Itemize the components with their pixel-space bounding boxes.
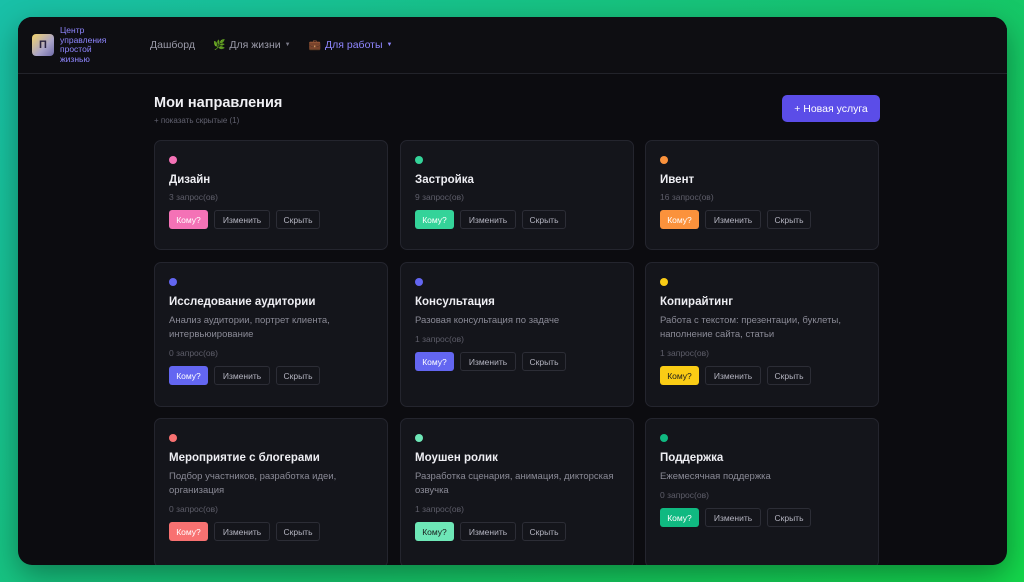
who-button[interactable]: Кому?: [415, 210, 454, 229]
service-card[interactable]: Застройка 9 запрос(ов) Кому? Изменить Скрыть: [400, 140, 634, 250]
nav-for-work-label: Для работы: [325, 39, 383, 51]
top-navbar: П Центр управления простой жизнью Дашбор…: [18, 17, 1007, 74]
card-title: Исследование аудитории: [169, 296, 316, 308]
card-title: Застройка: [415, 174, 474, 186]
who-button[interactable]: Кому?: [660, 366, 699, 385]
card-request-count: 9 запрос(ов): [415, 192, 464, 202]
color-dot-icon: [169, 278, 177, 286]
who-button[interactable]: Кому?: [169, 366, 208, 385]
edit-button[interactable]: Изменить: [460, 522, 516, 541]
card-request-count: 1 запрос(ов): [415, 334, 464, 344]
edit-button[interactable]: Изменить: [214, 366, 270, 385]
card-title: Мероприятие с блогерами: [169, 452, 320, 464]
card-actions: Кому? Изменить Скрыть: [415, 352, 619, 371]
main-content: Мои направления + показать скрытые (1) +…: [154, 92, 880, 565]
brand[interactable]: П Центр управления простой жизнью: [32, 25, 118, 64]
hide-button[interactable]: Скрыть: [276, 366, 320, 385]
card-actions: Кому? Изменить Скрыть: [415, 210, 619, 229]
card-title: Моушен ролик: [415, 452, 498, 464]
card-request-count: 16 запрос(ов): [660, 192, 714, 202]
chevron-down-icon: ▼: [386, 42, 393, 48]
edit-button[interactable]: Изменить: [705, 366, 761, 385]
hide-button[interactable]: Скрыть: [276, 522, 320, 541]
card-description: Разовая консультация по задаче: [415, 315, 560, 326]
card-actions: Кому? Изменить Скрыть: [660, 366, 864, 385]
card-actions: Кому? Изменить Скрыть: [169, 210, 373, 229]
page-header: Мои направления + показать скрытые (1) +…: [154, 92, 880, 140]
service-card[interactable]: Поддержка Ежемесячная поддержка 0 запрос(о…: [645, 418, 879, 565]
card-request-count: 0 запрос(ов): [660, 490, 709, 500]
app-logo-icon: П: [32, 34, 54, 56]
card-actions: Кому? Изменить Скрыть: [415, 522, 619, 541]
card-description: Работа с текстом: презентации, буклеты, …: [660, 315, 841, 340]
edit-button[interactable]: Изменить: [214, 210, 270, 229]
who-button[interactable]: Кому?: [169, 522, 208, 541]
card-description: Подбор участников, разработка идеи, орга…: [169, 471, 337, 496]
service-card[interactable]: Исследование аудитории Анализ аудитории, …: [154, 262, 388, 407]
card-title: Ивент: [660, 174, 695, 186]
color-dot-icon: [660, 156, 668, 164]
hide-button[interactable]: Скрыть: [522, 522, 566, 541]
card-request-count: 0 запрос(ов): [169, 504, 218, 514]
briefcase-icon: 💼: [308, 39, 322, 51]
leaf-icon: 🌿: [212, 39, 226, 51]
service-card[interactable]: Мероприятие с блогерами Подбор участников…: [154, 418, 388, 565]
hide-button[interactable]: Скрыть: [767, 366, 811, 385]
color-dot-icon: [660, 278, 668, 286]
card-title: Консультация: [415, 296, 495, 308]
chevron-down-icon: ▼: [284, 42, 291, 48]
edit-button[interactable]: Изменить: [214, 522, 270, 541]
card-description: Ежемесячная поддержка: [660, 471, 771, 482]
card-actions: Кому? Изменить Скрыть: [169, 366, 373, 385]
service-card[interactable]: Ивент 16 запрос(ов) Кому? Изменить Скрыть: [645, 140, 879, 250]
who-button[interactable]: Кому?: [169, 210, 208, 229]
card-request-count: 1 запрос(ов): [660, 348, 709, 358]
card-title: Дизайн: [169, 174, 211, 186]
who-button[interactable]: Кому?: [415, 522, 454, 541]
service-card[interactable]: Консультация Разовая консультация по зада…: [400, 262, 634, 407]
edit-button[interactable]: Изменить: [705, 508, 761, 527]
card-actions: Кому? Изменить Скрыть: [660, 210, 864, 229]
show-hidden-link[interactable]: + показать скрытые (1): [154, 116, 282, 125]
hide-button[interactable]: Скрыть: [276, 210, 320, 229]
nav-for-life[interactable]: 🌿 Для жизни ▼: [213, 39, 291, 51]
main-nav: Дашборд 🌿 Для жизни ▼ 💼 Для работы ▼: [150, 39, 392, 51]
color-dot-icon: [415, 434, 423, 442]
color-dot-icon: [415, 156, 423, 164]
page-title: Мои направления: [154, 95, 283, 111]
card-actions: Кому? Изменить Скрыть: [660, 508, 864, 527]
nav-dashboard[interactable]: Дашборд: [150, 39, 195, 51]
edit-button[interactable]: Изменить: [460, 210, 516, 229]
card-description: Анализ аудитории, портрет клиента, интер…: [169, 315, 330, 340]
card-request-count: 3 запрос(ов): [169, 192, 218, 202]
nav-dashboard-label: Дашборд: [150, 39, 195, 51]
card-title: Копирайтинг: [660, 296, 733, 308]
hide-button[interactable]: Скрыть: [522, 352, 566, 371]
who-button[interactable]: Кому?: [660, 210, 699, 229]
new-service-button[interactable]: + Новая услуга: [782, 95, 880, 122]
card-description: Разработка сценария, анимация, дикторска…: [415, 471, 614, 496]
color-dot-icon: [169, 434, 177, 442]
hide-button[interactable]: Скрыть: [767, 508, 811, 527]
app-window: П Центр управления простой жизнью Дашбор…: [18, 17, 1007, 565]
service-card[interactable]: Копирайтинг Работа с текстом: презентации…: [645, 262, 879, 407]
who-button[interactable]: Кому?: [415, 352, 454, 371]
color-dot-icon: [415, 278, 423, 286]
nav-for-life-label: Для жизни: [229, 39, 281, 51]
card-request-count: 0 запрос(ов): [169, 348, 218, 358]
edit-button[interactable]: Изменить: [460, 352, 516, 371]
color-dot-icon: [660, 434, 668, 442]
brand-name: Центр управления простой жизнью: [60, 25, 107, 64]
service-card[interactable]: Моушен ролик Разработка сценария, анимаци…: [400, 418, 634, 565]
service-card[interactable]: Дизайн 3 запрос(ов) Кому? Изменить Скрыть: [154, 140, 388, 250]
card-actions: Кому? Изменить Скрыть: [169, 522, 373, 541]
edit-button[interactable]: Изменить: [705, 210, 761, 229]
hide-button[interactable]: Скрыть: [522, 210, 566, 229]
card-request-count: 1 запрос(ов): [415, 504, 464, 514]
card-title: Поддержка: [660, 452, 724, 464]
nav-for-work[interactable]: 💼 Для работы ▼: [309, 39, 393, 51]
hide-button[interactable]: Скрыть: [767, 210, 811, 229]
color-dot-icon: [169, 156, 177, 164]
who-button[interactable]: Кому?: [660, 508, 699, 527]
